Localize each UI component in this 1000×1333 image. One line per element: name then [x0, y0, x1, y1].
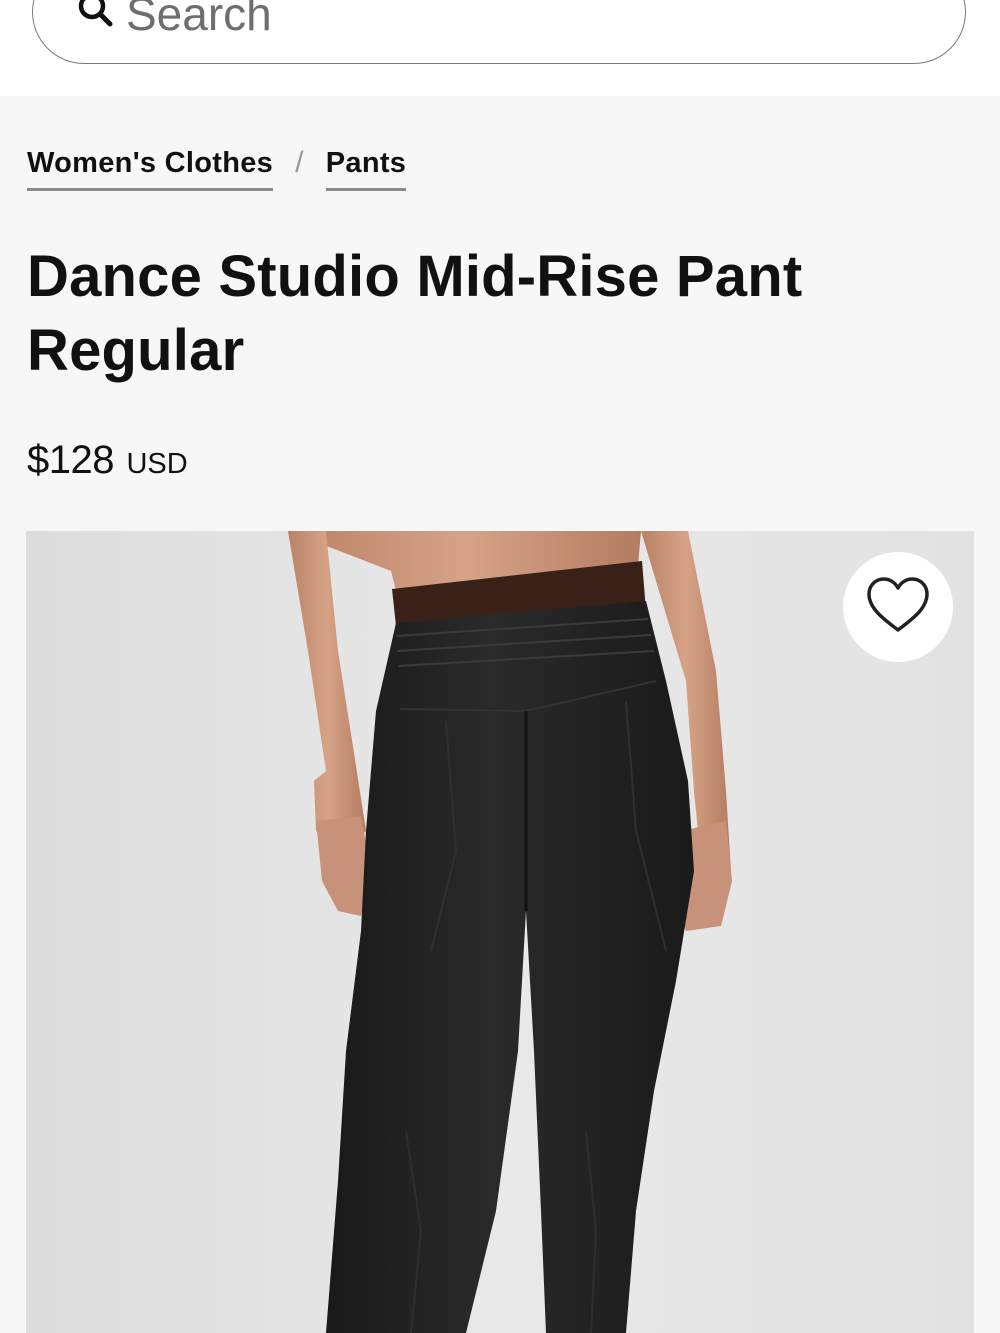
search-header: Search: [0, 0, 1000, 96]
price-amount: $128: [27, 438, 114, 482]
breadcrumb-separator: /: [295, 146, 304, 179]
product-title-line-1: Dance Studio Mid-Rise Pant: [27, 244, 803, 309]
breadcrumb-link-pants[interactable]: Pants: [325, 146, 407, 191]
price-currency: USD: [126, 448, 188, 480]
breadcrumb-link-womens-clothes[interactable]: Women's Clothes: [27, 146, 274, 191]
product-title: Dance Studio Mid-Rise Pant Regular: [27, 240, 927, 388]
product-title-line-2: Regular: [27, 318, 245, 383]
product-page: Search Women's Clothes / Pants Dance Stu…: [0, 0, 1000, 1333]
wishlist-button[interactable]: [843, 552, 953, 662]
product-image[interactable]: [26, 531, 974, 1333]
search-icon: [76, 0, 116, 30]
heart-icon: [865, 576, 931, 639]
breadcrumb: Women's Clothes / Pants: [27, 146, 407, 196]
product-price: $128 USD: [27, 436, 188, 488]
search-placeholder: Search: [126, 0, 272, 40]
